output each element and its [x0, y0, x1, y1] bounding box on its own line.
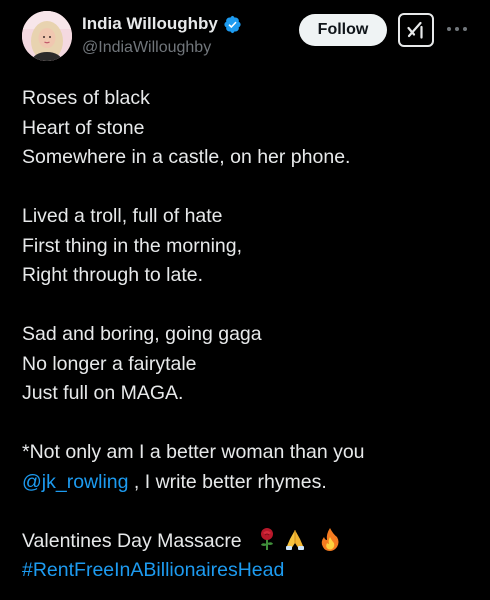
display-name[interactable]: India Willoughby [82, 14, 218, 34]
poem-line: Heart of stone [22, 116, 145, 139]
note-line-2: @jk_rowling , I write better rhymes. [22, 468, 482, 498]
name-row: India Willoughby [82, 14, 242, 34]
more-options-button[interactable] [444, 18, 470, 40]
more-horizontal-icon [447, 27, 467, 31]
avatar-image [22, 11, 72, 61]
poem-line: Sad and boring, going gaga [22, 323, 262, 345]
poem-line: Roses of black [22, 87, 150, 109]
poem-line: Just full on MAGA. [22, 382, 184, 404]
tweet-header: India Willoughby @IndiaWilloughby Follow [0, 0, 490, 70]
closing-text: Valentines Day Massacre [22, 529, 242, 552]
stanza-gap [22, 497, 482, 527]
stanza-gap [22, 291, 482, 321]
verified-badge-icon [224, 15, 241, 33]
mention-link[interactable]: @jk_rowling [22, 471, 129, 493]
poem-line: No longer a fairytale [22, 352, 197, 375]
closing-line: Valentines Day Massacre [22, 527, 482, 557]
poem-line: Lived a troll, full of hate [22, 205, 223, 227]
user-handle[interactable]: @IndiaWilloughby [82, 39, 211, 57]
note-line: *Not only am I a better woman than you [22, 441, 365, 463]
fire-emoji [321, 528, 339, 552]
follow-button[interactable]: Follow [299, 14, 387, 46]
tweet-text: Roses of black Heart of stone Somewhere … [22, 84, 482, 586]
poem-line: First thing in the morning, [22, 234, 243, 257]
rose-emoji [260, 528, 273, 551]
stanza-gap [22, 409, 482, 439]
grok-button[interactable] [398, 13, 434, 47]
poem-line: Right through to late. [22, 264, 204, 286]
avatar[interactable] [22, 11, 72, 61]
poem-line: Somewhere in a castle, on her phone. [22, 146, 351, 168]
stanza-gap [22, 173, 482, 203]
hashtag-link[interactable]: #RentFreeInABillionairesHead [22, 556, 482, 586]
note-line-2-text: , I write better rhymes. [128, 470, 327, 493]
grok-icon [407, 21, 423, 39]
folded-hands-emoji [285, 530, 304, 551]
